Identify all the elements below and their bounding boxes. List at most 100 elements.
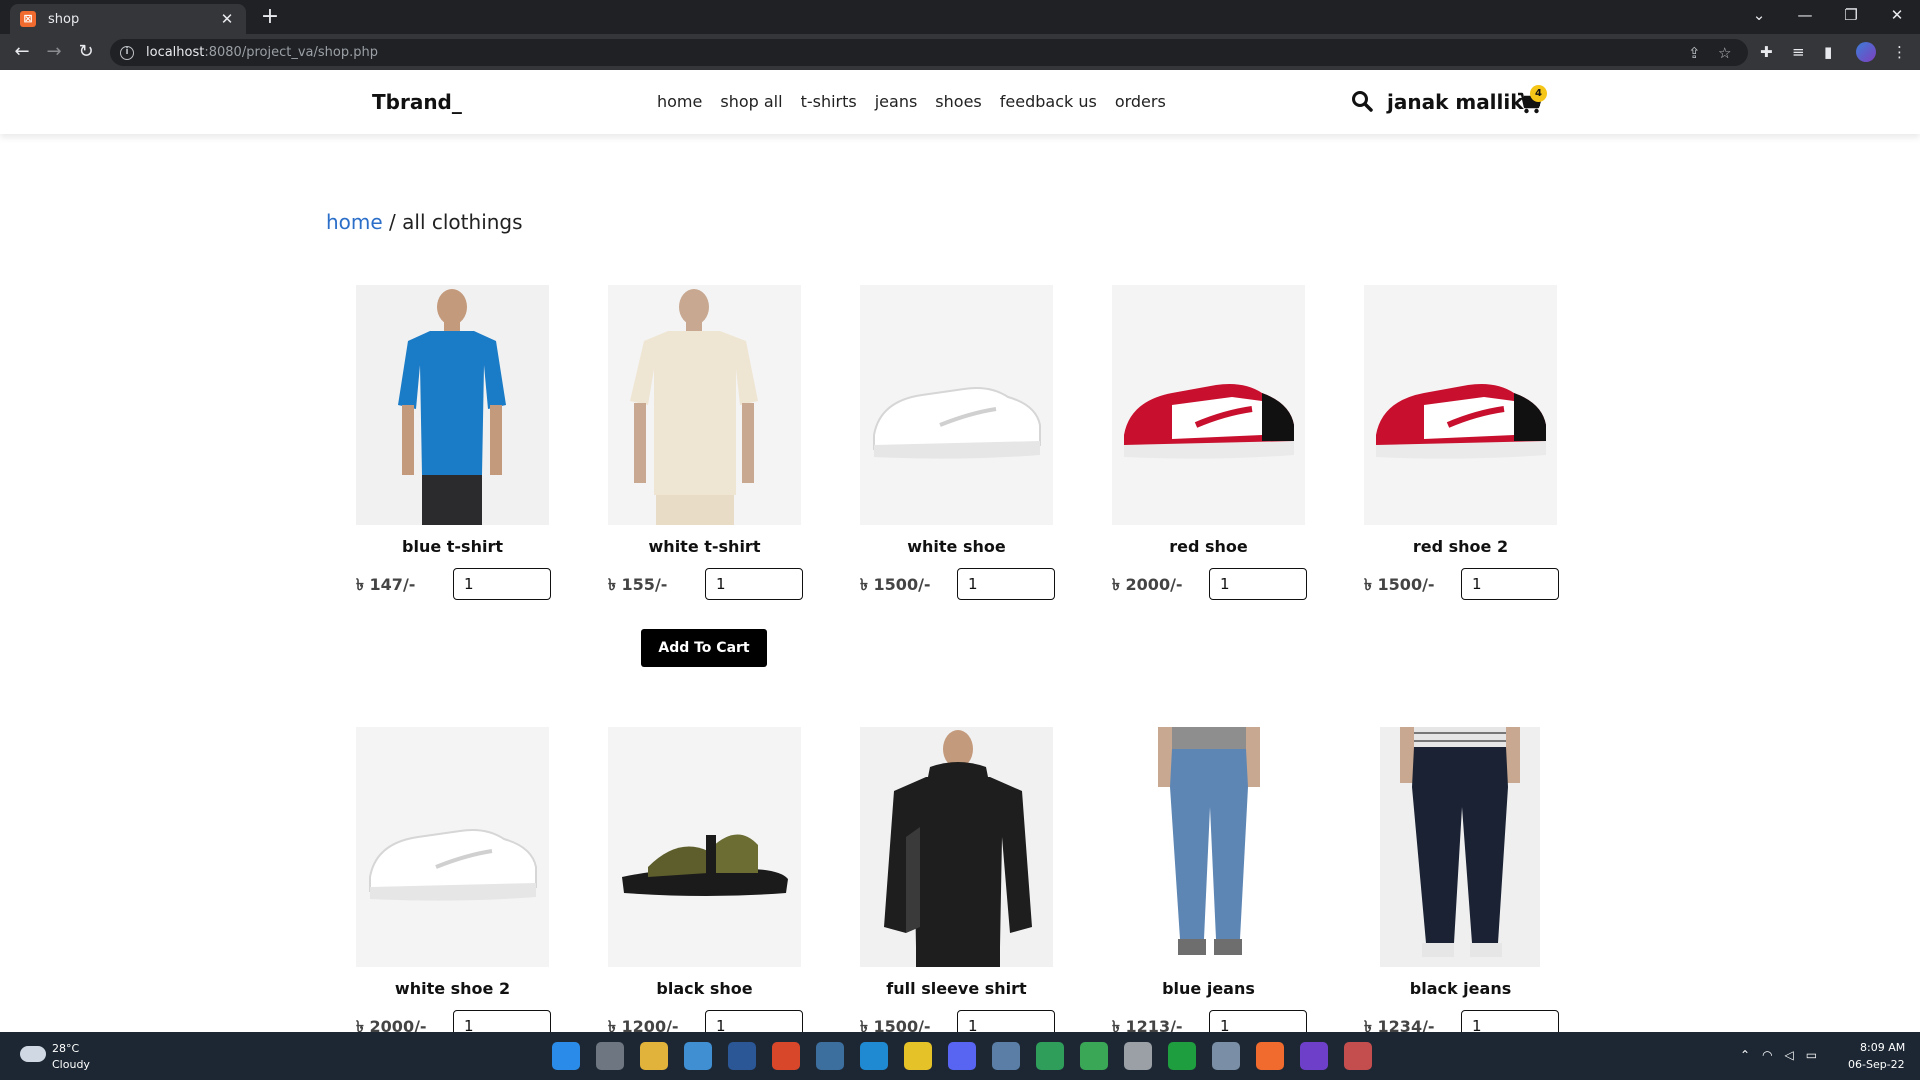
price-row: ৳ 155/- xyxy=(608,568,803,600)
blue-jeans-model-image xyxy=(1112,727,1305,967)
nav-shoes[interactable]: shoes xyxy=(935,92,981,111)
chevron-up-icon[interactable]: ⌃ xyxy=(1740,1048,1750,1062)
product-image[interactable] xyxy=(608,285,801,525)
red-sneaker-image xyxy=(1112,285,1305,525)
product-name: black jeans xyxy=(1409,979,1512,998)
clock-date[interactable]: 06-Sep-22 xyxy=(1848,1058,1905,1071)
product-image[interactable] xyxy=(860,727,1053,967)
cube-app-icon[interactable] xyxy=(1212,1042,1240,1070)
clock-time[interactable]: 8:09 AM xyxy=(1860,1041,1905,1054)
price-row: ৳ 1500/- xyxy=(1364,568,1559,600)
sticky-notes-icon[interactable] xyxy=(904,1042,932,1070)
quantity-input[interactable] xyxy=(1461,568,1559,600)
extensions-icon[interactable]: ✚ xyxy=(1760,43,1773,61)
product-card: full sleeve shirt ৳ 1500/- xyxy=(860,727,1055,1042)
menu-kebab-icon[interactable]: ⋮ xyxy=(1892,43,1907,61)
browser-tab[interactable]: ⊠ shop ✕ xyxy=(10,4,246,34)
address-bar[interactable]: i localhost:8080/project_va/shop.php ⇪ ☆ xyxy=(110,39,1748,66)
product-image[interactable] xyxy=(1112,727,1305,967)
quantity-input[interactable] xyxy=(453,568,551,600)
browser-tab-strip: ⊠ shop ✕ + ⌄ — ❐ ✕ xyxy=(0,0,1920,34)
product-image[interactable] xyxy=(860,285,1053,525)
minimize-icon[interactable]: — xyxy=(1785,4,1825,26)
product-name: red shoe 2 xyxy=(1412,537,1509,556)
nav-jeans[interactable]: jeans xyxy=(875,92,918,111)
taskbar-apps xyxy=(552,1042,1372,1070)
product-image[interactable] xyxy=(356,285,549,525)
media-icon[interactable]: ≡ xyxy=(1792,43,1805,61)
start-icon[interactable] xyxy=(552,1042,580,1070)
breadcrumb: home / all clothings xyxy=(326,210,523,234)
system-tray: ⌃ ◠ ◁ ▭ xyxy=(1740,1048,1817,1062)
photos-icon[interactable] xyxy=(992,1042,1020,1070)
share-icon[interactable]: ⇪ xyxy=(1688,44,1701,62)
product-image[interactable] xyxy=(1364,285,1557,525)
weather-temperature[interactable]: 28°C xyxy=(52,1042,79,1055)
clock-app-icon[interactable] xyxy=(1124,1042,1152,1070)
profile-avatar[interactable] xyxy=(1856,42,1876,62)
product-price: ৳ 2000/- xyxy=(1112,575,1183,594)
word-icon[interactable] xyxy=(728,1042,756,1070)
snipping-tool-icon[interactable] xyxy=(1344,1042,1372,1070)
product-price: ৳ 155/- xyxy=(608,575,668,594)
weather-condition[interactable]: Cloudy xyxy=(52,1058,90,1071)
search-icon[interactable] xyxy=(1351,90,1373,112)
product-card: blue t-shirt ৳ 147/- xyxy=(356,285,551,600)
product-image[interactable] xyxy=(1112,285,1305,525)
blue-tshirt-model-image xyxy=(356,285,549,525)
product-card: black shoe ৳ 1200/- xyxy=(608,727,803,1042)
nav-home[interactable]: home xyxy=(657,92,702,111)
price-row: ৳ 147/- xyxy=(356,568,551,600)
site-info-icon[interactable]: i xyxy=(120,45,134,60)
tab-search-icon[interactable]: ⌄ xyxy=(1739,4,1779,26)
product-card: white shoe ৳ 1500/- xyxy=(860,285,1055,600)
vscode-icon[interactable] xyxy=(860,1042,888,1070)
restore-icon[interactable]: ❐ xyxy=(1831,4,1871,26)
chrome-alt-icon[interactable] xyxy=(1080,1042,1108,1070)
battery-icon[interactable]: ▭ xyxy=(1806,1048,1817,1062)
remote-desktop-icon[interactable] xyxy=(816,1042,844,1070)
add-to-cart-button[interactable]: Add To Cart xyxy=(641,629,767,667)
product-name: red shoe xyxy=(1169,537,1248,556)
breadcrumb-home-link[interactable]: home xyxy=(326,210,383,234)
side-panel-icon[interactable]: ▮ xyxy=(1824,43,1832,61)
nav-orders[interactable]: orders xyxy=(1115,92,1166,111)
wifi-icon[interactable]: ◠ xyxy=(1762,1048,1772,1062)
notepad-icon[interactable] xyxy=(684,1042,712,1070)
task-view-icon[interactable] xyxy=(596,1042,624,1070)
chrome-icon[interactable] xyxy=(1036,1042,1064,1070)
brand-logo[interactable]: Tbrand_ xyxy=(372,90,462,114)
user-name[interactable]: janak mallik xyxy=(1387,90,1524,114)
quantity-input[interactable] xyxy=(705,568,803,600)
tab-title: shop xyxy=(48,11,80,27)
cloud-icon[interactable] xyxy=(20,1046,46,1062)
new-tab-icon[interactable]: + xyxy=(258,6,282,28)
volume-icon[interactable]: ◁ xyxy=(1785,1048,1794,1062)
nav-shop-all[interactable]: shop all xyxy=(720,92,782,111)
github-icon[interactable] xyxy=(1300,1042,1328,1070)
nav-t-shirts[interactable]: t-shirts xyxy=(801,92,857,111)
product-image[interactable] xyxy=(356,727,549,967)
product-card: white shoe 2 ৳ 2000/- xyxy=(356,727,551,1042)
forward-icon[interactable]: → xyxy=(42,42,66,62)
xampp-taskbar-icon[interactable] xyxy=(1256,1042,1284,1070)
product-price: ৳ 1500/- xyxy=(1364,575,1435,594)
back-icon[interactable]: ← xyxy=(10,42,34,62)
window-close-icon[interactable]: ✕ xyxy=(1877,4,1917,26)
quantity-input[interactable] xyxy=(957,568,1055,600)
discord-icon[interactable] xyxy=(948,1042,976,1070)
red-sneaker-image xyxy=(1364,285,1557,525)
close-tab-icon[interactable]: ✕ xyxy=(218,10,236,28)
bookmark-star-icon[interactable]: ☆ xyxy=(1718,44,1731,62)
product-image[interactable] xyxy=(608,727,801,967)
file-explorer-icon[interactable] xyxy=(640,1042,668,1070)
product-name: white shoe xyxy=(907,537,1006,556)
store-icon[interactable] xyxy=(772,1042,800,1070)
black-jeans-model-image xyxy=(1364,727,1557,967)
quantity-input[interactable] xyxy=(1209,568,1307,600)
terminal-icon[interactable] xyxy=(1168,1042,1196,1070)
black-hoodie-model-image xyxy=(860,727,1053,967)
nav-feedback[interactable]: feedback us xyxy=(1000,92,1097,111)
reload-icon[interactable]: ↻ xyxy=(74,42,98,62)
product-image[interactable] xyxy=(1364,727,1557,967)
